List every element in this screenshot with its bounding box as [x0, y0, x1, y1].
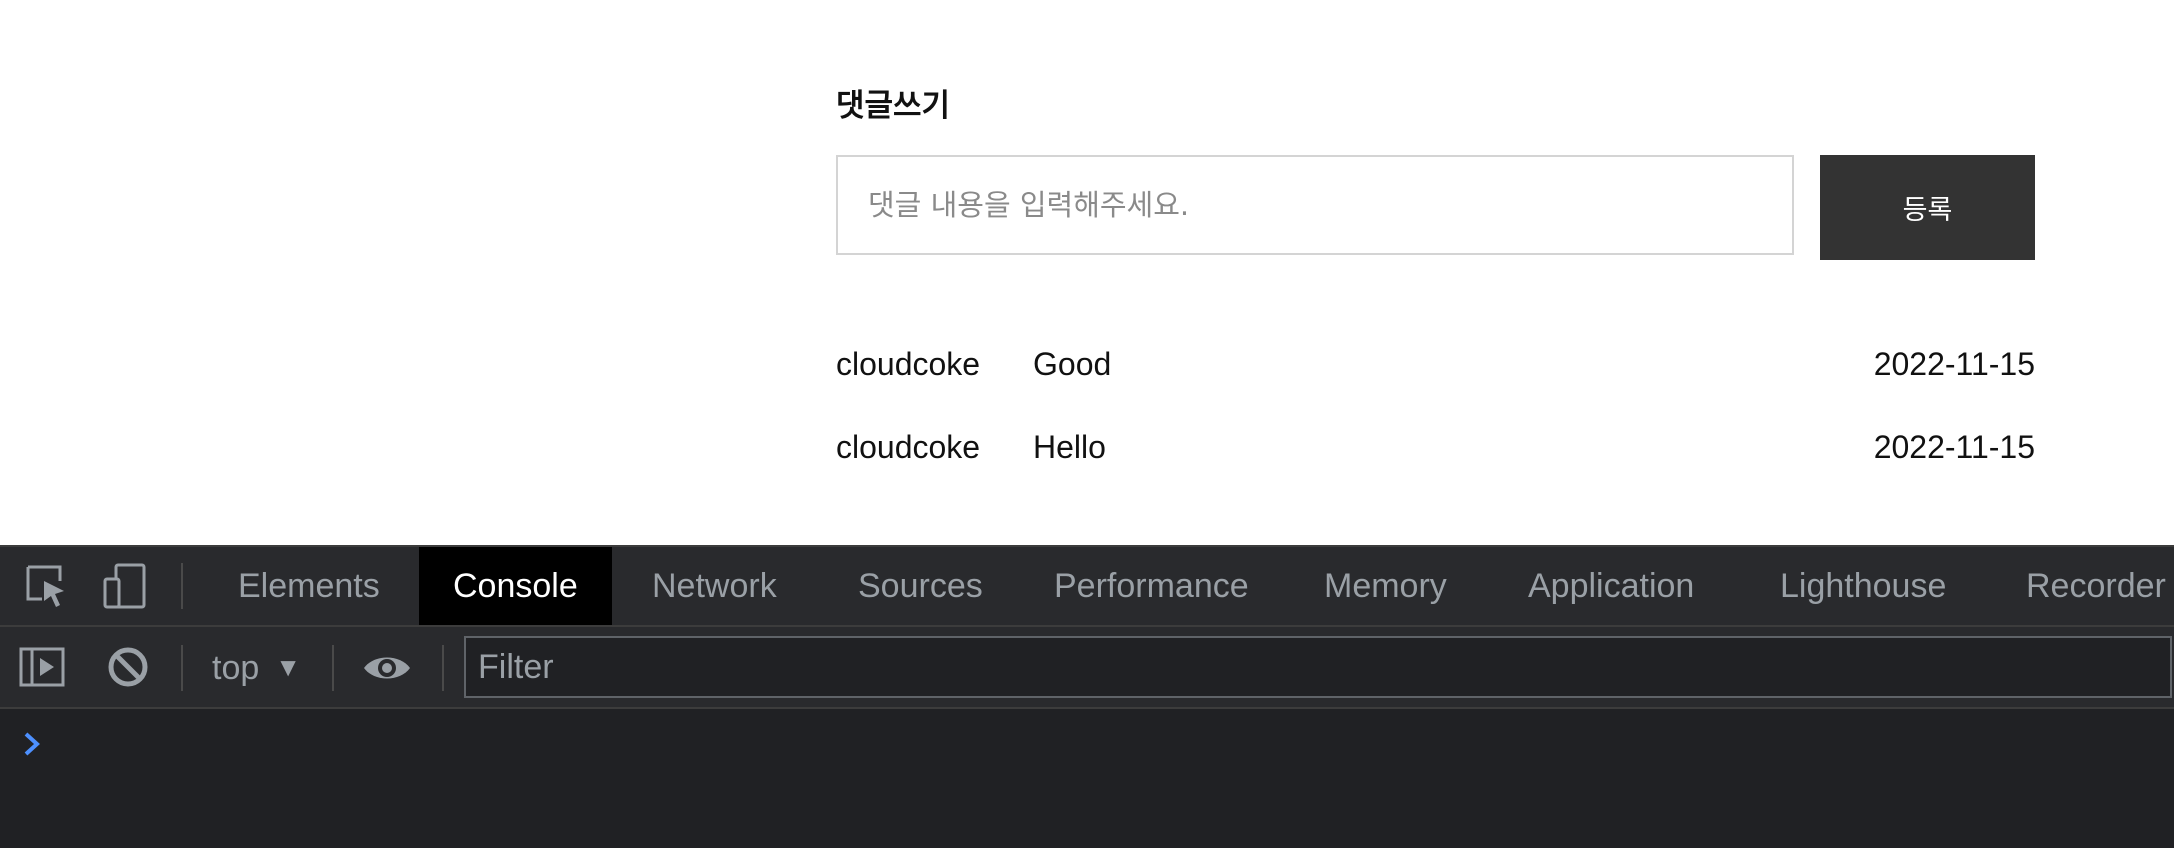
console-output[interactable]	[0, 709, 2174, 848]
comment-content: Hello	[1033, 429, 1106, 465]
console-prompt-chevron-icon	[22, 731, 42, 757]
console-toolbar: top ▼	[0, 627, 2174, 709]
toolbar-separator	[181, 645, 183, 691]
tab-console[interactable]: Console	[419, 547, 612, 625]
comment-author: cloudcoke	[836, 346, 981, 382]
toolbar-separator	[181, 563, 183, 609]
tab-network[interactable]: Network	[618, 547, 811, 625]
submit-comment-button[interactable]: 등록	[1820, 155, 2035, 260]
tab-elements[interactable]: Elements	[204, 547, 414, 625]
device-toolbar-icon[interactable]	[100, 561, 150, 611]
comment-section-title: 댓글쓰기	[836, 88, 951, 124]
comment-date: 2022-11-15	[1873, 346, 2035, 382]
tab-performance[interactable]: Performance	[1020, 547, 1283, 625]
tab-recorder[interactable]: Recorder	[1992, 547, 2174, 625]
context-selector-label: top	[212, 649, 260, 687]
comment-row: cloudcoke Good 2022-11-15	[836, 341, 2035, 387]
comment-content: Good	[1033, 346, 1112, 382]
console-sidebar-icon[interactable]	[18, 643, 68, 693]
clear-console-icon[interactable]	[104, 643, 154, 693]
console-filter-input[interactable]	[464, 636, 2172, 698]
tab-lighthouse[interactable]: Lighthouse	[1746, 547, 1980, 625]
devtools-panel: Elements Console Network Sources Perform…	[0, 545, 2174, 848]
tab-application[interactable]: Application	[1494, 547, 1728, 625]
web-page: 댓글쓰기 등록 cloudcoke Good 2022-11-15 cloudc…	[0, 0, 2174, 545]
toolbar-separator	[442, 645, 444, 691]
dropdown-arrow-icon: ▼	[275, 652, 301, 682]
comment-row: cloudcoke Hello 2022-11-15	[836, 424, 2035, 470]
tab-sources[interactable]: Sources	[824, 547, 1017, 625]
comment-input[interactable]	[836, 155, 1794, 255]
comment-date: 2022-11-15	[1873, 429, 2035, 465]
tab-memory[interactable]: Memory	[1290, 547, 1481, 625]
toolbar-separator	[332, 645, 334, 691]
inspect-element-icon[interactable]	[22, 561, 72, 611]
devtools-tab-bar: Elements Console Network Sources Perform…	[0, 547, 2174, 627]
context-selector[interactable]: top ▼	[212, 627, 301, 707]
live-expression-eye-icon[interactable]	[362, 643, 412, 693]
comment-author: cloudcoke	[836, 429, 981, 465]
